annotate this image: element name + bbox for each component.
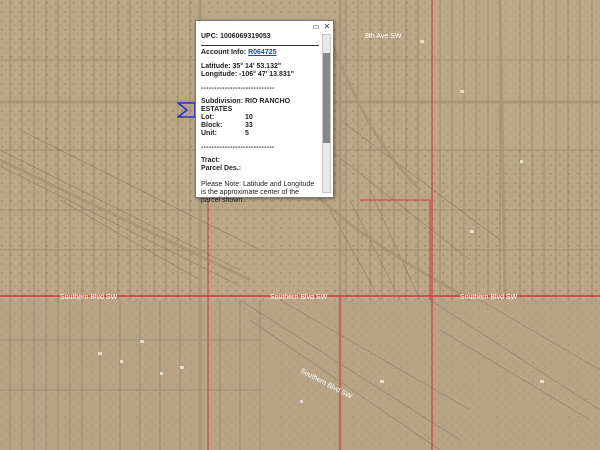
upc-row: UPC: 1006069319053 — [201, 33, 271, 40]
latitude-row: Latitude: 35° 14' 53.132" — [201, 63, 282, 70]
parcel-info-popup: ▭ ✕ UPC: 1006069319053 Account Info: R06… — [195, 20, 334, 204]
road-label-3: Southern Blvd SW — [460, 294, 518, 301]
separator-2: ---------------------------- — [201, 144, 275, 151]
popup-title-bar: ▭ ✕ — [312, 23, 331, 32]
popup-content: UPC: 1006069319053 Account Info: R064725… — [201, 33, 319, 204]
unit-row: Unit: 5 — [201, 130, 249, 137]
separator-1: ---------------------------- — [201, 85, 275, 92]
subdivision-row: Subdivision: RIO RANCHO ESTATES — [201, 98, 291, 113]
lot-row: Lot: 10 — [201, 114, 253, 121]
longitude-row: Longitude: -106° 47' 13.831" — [201, 71, 294, 78]
road-label-4: 8th Ave SW — [365, 33, 402, 40]
popup-scrollbar[interactable] — [322, 34, 331, 193]
road-label-2: Southern Blvd SW — [270, 294, 328, 301]
block-row: Block: 33 — [201, 122, 253, 129]
close-icon[interactable]: ✕ — [323, 23, 331, 31]
parcel-row: Parcel Des.: — [201, 165, 242, 172]
selected-parcel-pointer[interactable] — [177, 102, 196, 118]
popup-note: Please Note: Latitude and Longitude is t… — [201, 181, 315, 204]
tract-row: Tract: — [201, 157, 221, 164]
account-link[interactable]: R064725 — [248, 49, 276, 56]
popup-scroll-thumb[interactable] — [323, 53, 330, 143]
road-label-1: Southern Blvd SW — [60, 294, 118, 301]
popup-divider — [201, 45, 319, 46]
aerial-parcel-map[interactable]: Southern Blvd SW Southern Blvd SW Southe… — [0, 0, 600, 450]
maximize-icon[interactable]: ▭ — [312, 23, 320, 31]
account-row: Account Info: R064725 — [201, 49, 277, 56]
